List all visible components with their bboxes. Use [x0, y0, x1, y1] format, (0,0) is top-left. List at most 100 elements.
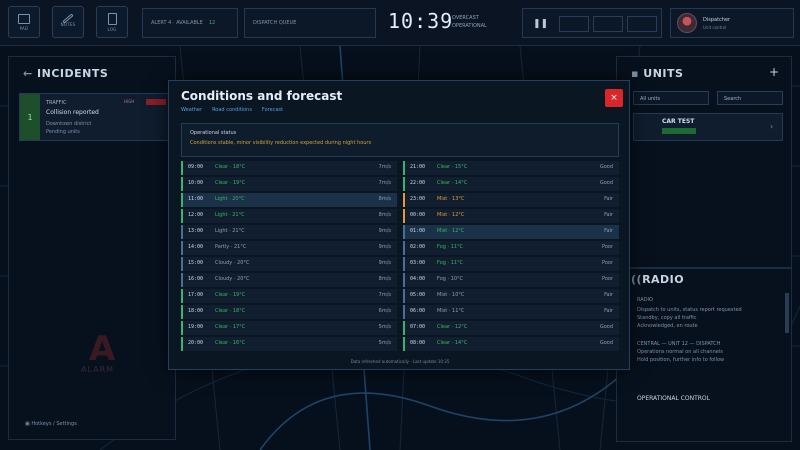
- forecast-row[interactable]: 20:00 Clear · 16°C 5m/s: [181, 337, 397, 351]
- weather-summary: OVERCAST: [452, 15, 479, 21]
- forecast-value: 8m/s: [378, 196, 391, 202]
- forecast-row[interactable]: 13:00 Light · 21°C 9m/s: [181, 225, 397, 239]
- pause-icon[interactable]: ❚❚: [533, 19, 548, 29]
- forecast-time: 03:00: [410, 260, 426, 266]
- forecast-time: 08:00: [410, 340, 426, 346]
- incidents-title-text: INCIDENTS: [37, 67, 109, 80]
- unit-filter-select[interactable]: All units: [633, 91, 709, 105]
- forecast-condition: Clear · 19°C: [215, 292, 246, 298]
- user-role: Unit control: [703, 25, 727, 30]
- forecast-condition: Mist · 12°C: [437, 212, 465, 218]
- status-available[interactable]: ALERT 4 · AVAILABLE 12: [142, 8, 238, 38]
- add-unit-icon[interactable]: +: [769, 65, 779, 79]
- forecast-value: Good: [599, 164, 613, 170]
- forecast-condition: Clear · 12°C: [437, 324, 468, 330]
- forecast-time: 12:00: [188, 212, 204, 218]
- status-available-label: ALERT 4 · AVAILABLE: [151, 20, 203, 26]
- forecast-row[interactable]: 05:00 Mist · 10°C Fair: [403, 289, 619, 303]
- speed-segment-1[interactable]: [559, 16, 589, 32]
- forecast-condition: Cloudy · 20°C: [215, 276, 250, 282]
- forecast-value: Good: [599, 180, 613, 186]
- forecast-row[interactable]: 23:00 Mist · 13°C Fair: [403, 193, 619, 207]
- ops-status: OPERATIONAL: [452, 23, 487, 29]
- forecast-row[interactable]: 19:00 Clear · 17°C 5m/s: [181, 321, 397, 335]
- forecast-row[interactable]: 17:00 Clear · 19°C 7m/s: [181, 289, 397, 303]
- speed-segment-3[interactable]: [627, 16, 657, 32]
- incident-number: 1: [20, 94, 40, 140]
- scrollbar[interactable]: [785, 293, 789, 333]
- tab-forecast[interactable]: Forecast: [262, 107, 283, 113]
- unit-search-input[interactable]: Search: [717, 91, 783, 105]
- forecast-row[interactable]: 21:00 Clear · 15°C Good: [403, 161, 619, 175]
- forecast-value: 5m/s: [378, 324, 391, 330]
- radio-icon: ((: [631, 273, 643, 286]
- forecast-time: 05:00: [410, 292, 426, 298]
- forecast-row[interactable]: 03:00 Fog · 11°C Poor: [403, 257, 619, 271]
- forecast-row[interactable]: 08:00 Clear · 14°C Good: [403, 337, 619, 351]
- status-queue[interactable]: DISPATCH QUEUE: [244, 8, 376, 38]
- panel-footer[interactable]: ▣ Hotkeys / Settings: [25, 421, 77, 427]
- radio-title: ((RADIO: [631, 273, 684, 286]
- incident-card[interactable]: 1 TRAFFIC Collision reported Downtown di…: [19, 93, 169, 141]
- forecast-time: 22:00: [410, 180, 426, 186]
- forecast-row[interactable]: 04:00 Fog · 10°C Poor: [403, 273, 619, 287]
- forecast-row[interactable]: 12:00 Light · 21°C 8m/s: [181, 209, 397, 223]
- forecast-row[interactable]: 09:00 Clear · 18°C 7m/s: [181, 161, 397, 175]
- forecast-row[interactable]: 11:00 Light · 20°C 8m/s: [181, 193, 397, 207]
- radio-panel: ((RADIO RADIO Dispatch to units, status …: [616, 268, 792, 442]
- status-available-value: 12: [208, 20, 216, 26]
- user-menu[interactable]: Dispatcher Unit control: [670, 8, 794, 38]
- unit-status-bar: [662, 128, 696, 134]
- forecast-condition: Partly · 21°C: [215, 244, 247, 250]
- forecast-value: 7m/s: [378, 180, 391, 186]
- forecast-row[interactable]: 06:00 Mist · 11°C Fair: [403, 305, 619, 319]
- forecast-value: 9m/s: [378, 228, 391, 234]
- forecast-row[interactable]: 01:00 Mist · 12°C Fair: [403, 225, 619, 239]
- forecast-time: 15:00: [188, 260, 204, 266]
- notes-button[interactable]: NOTES: [52, 6, 84, 38]
- forecast-row[interactable]: 18:00 Clear · 18°C 6m/s: [181, 305, 397, 319]
- forecast-row[interactable]: 07:00 Clear · 12°C Good: [403, 321, 619, 335]
- forecast-condition: Clear · 19°C: [215, 180, 246, 186]
- forecast-value: 8m/s: [378, 212, 391, 218]
- forecast-time: 11:00: [188, 196, 204, 202]
- back-arrow-icon[interactable]: ←: [23, 67, 37, 80]
- forecast-value: Fair: [604, 292, 613, 298]
- forecast-row[interactable]: 00:00 Mist · 12°C Fair: [403, 209, 619, 223]
- clock-meta: OVERCAST OPERATIONAL: [452, 14, 487, 30]
- forecast-value: 8m/s: [378, 276, 391, 282]
- avatar: [677, 13, 697, 33]
- chevron-right-icon[interactable]: ›: [770, 122, 773, 131]
- forecast-condition: Clear · 17°C: [215, 324, 246, 330]
- close-icon: ×: [610, 93, 618, 103]
- forecast-value: Fair: [604, 308, 613, 314]
- app-logo: A ALARM: [81, 329, 116, 374]
- forecast-column-left: 09:00 Clear · 18°C 7m/s 10:00 Clear · 19°C 7m…: [181, 161, 397, 353]
- forecast-row[interactable]: 02:00 Fog · 11°C Poor: [403, 241, 619, 255]
- tab-weather[interactable]: Weather: [181, 107, 202, 113]
- log-button[interactable]: LOG: [96, 6, 128, 38]
- modal-title: Conditions and forecast: [181, 89, 343, 103]
- monitor-icon: [18, 13, 30, 24]
- forecast-time: 17:00: [188, 292, 204, 298]
- forecast-row[interactable]: 15:00 Cloudy · 20°C 9m/s: [181, 257, 397, 271]
- forecast-row[interactable]: 16:00 Cloudy · 20°C 8m/s: [181, 273, 397, 287]
- alert-text: Conditions stable, minor visibility redu…: [190, 140, 372, 146]
- pad-button[interactable]: PAD: [8, 6, 40, 38]
- tab-road-conditions[interactable]: Road conditions: [212, 107, 252, 113]
- speed-segment-2[interactable]: [593, 16, 623, 32]
- forecast-condition: Clear · 18°C: [215, 164, 246, 170]
- unit-card[interactable]: CAR TEST ›: [633, 113, 783, 141]
- forecast-value: Fair: [604, 212, 613, 218]
- status-queue-label: DISPATCH QUEUE: [253, 20, 297, 26]
- status-alert: Operational status Conditions stable, mi…: [181, 123, 619, 157]
- forecast-row[interactable]: 14:00 Partly · 21°C 9m/s: [181, 241, 397, 255]
- forecast-condition: Clear · 14°C: [437, 340, 468, 346]
- radio-title-text: RADIO: [642, 273, 685, 286]
- forecast-value: Poor: [601, 260, 613, 266]
- forecast-time: 09:00: [188, 164, 204, 170]
- close-button[interactable]: ×: [605, 89, 623, 107]
- forecast-row[interactable]: 22:00 Clear · 14°C Good: [403, 177, 619, 191]
- forecast-value: Poor: [601, 276, 613, 282]
- forecast-row[interactable]: 10:00 Clear · 19°C 7m/s: [181, 177, 397, 191]
